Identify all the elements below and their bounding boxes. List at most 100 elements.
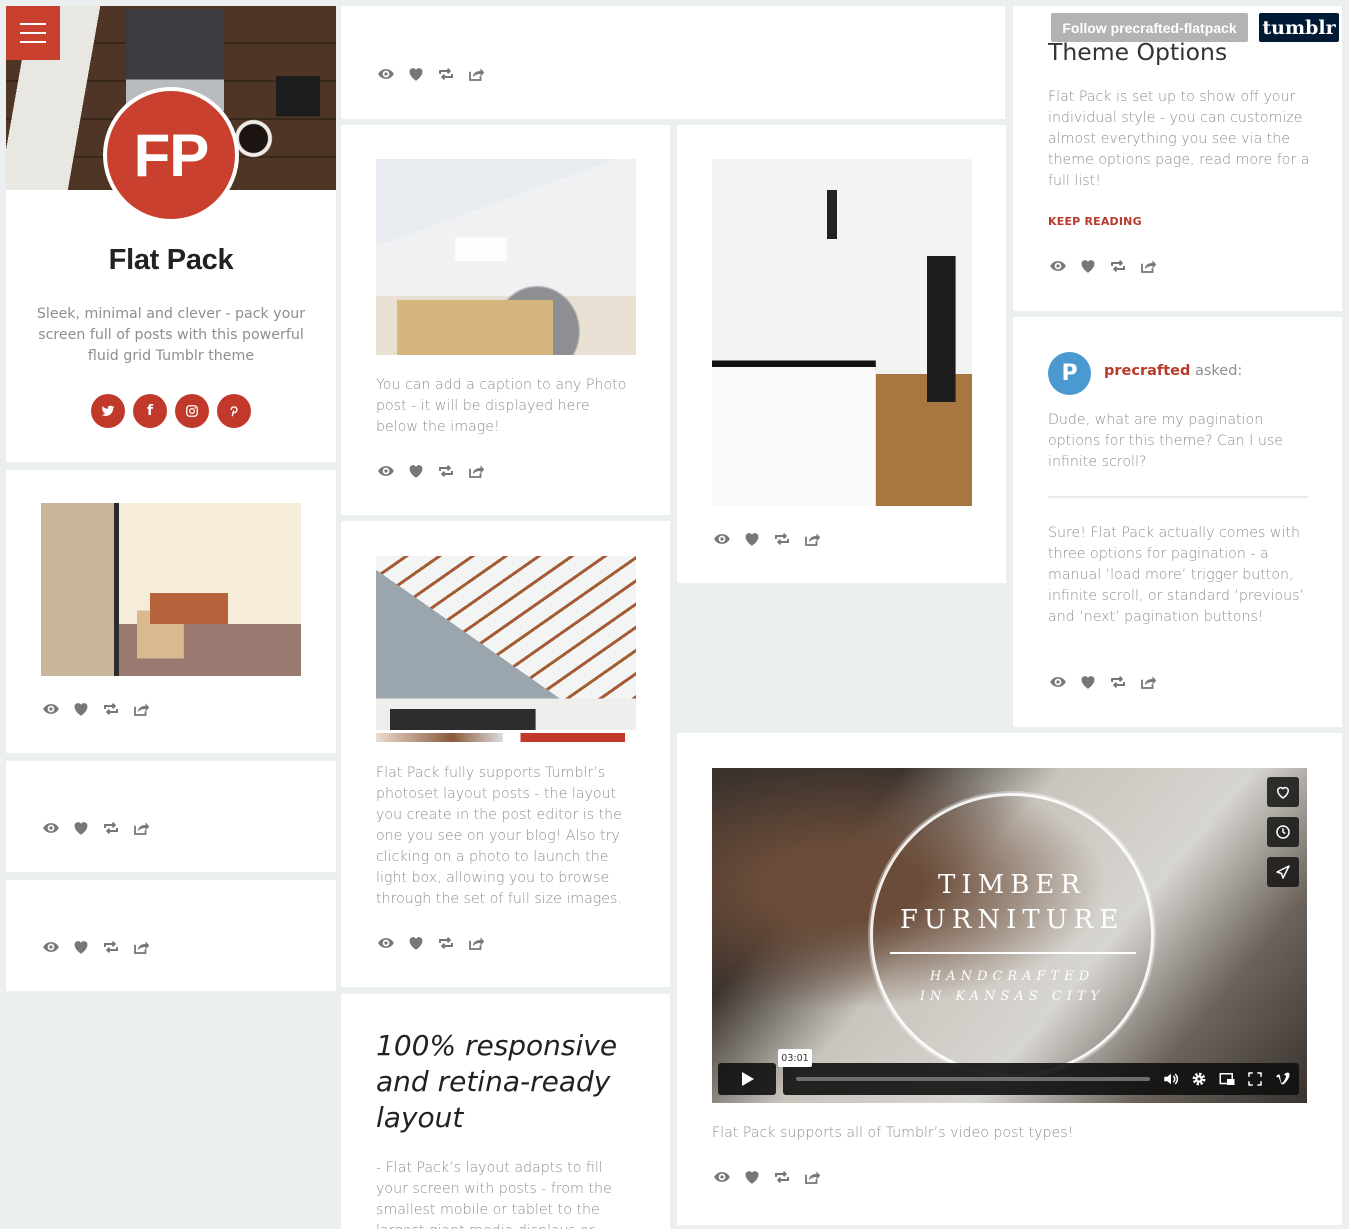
view-button[interactable]: [712, 530, 732, 548]
view-button[interactable]: [41, 938, 61, 956]
share-icon: [805, 533, 821, 546]
asker-name-link[interactable]: precrafted: [1104, 363, 1190, 379]
empty-wide-post: [341, 6, 1005, 119]
reblog-icon: [439, 937, 453, 949]
share-button[interactable]: [131, 700, 151, 718]
like-button[interactable]: [71, 700, 91, 718]
post-actions: [41, 700, 151, 718]
reblog-button[interactable]: [772, 1168, 792, 1186]
asked-label: asked:: [1194, 363, 1243, 379]
menu-button[interactable]: [6, 6, 60, 60]
reblog-icon: [104, 941, 118, 953]
like-button[interactable]: [1078, 673, 1098, 691]
picture-in-picture-icon: [1219, 1073, 1235, 1085]
like-button[interactable]: [742, 530, 762, 548]
reblog-button[interactable]: [101, 938, 121, 956]
share-button[interactable]: [131, 938, 151, 956]
reblog-button[interactable]: [436, 65, 456, 83]
view-button[interactable]: [1048, 257, 1068, 275]
like-button[interactable]: [406, 65, 426, 83]
like-button[interactable]: [406, 462, 426, 480]
ask-header: precrafted asked:: [1104, 363, 1242, 379]
twitter-link[interactable]: [91, 394, 125, 428]
video-pip-button[interactable]: [1217, 1069, 1237, 1089]
like-icon: [74, 703, 88, 716]
share-button[interactable]: [1138, 673, 1158, 691]
share-icon: [1141, 260, 1157, 273]
keep-reading-link[interactable]: KEEP READING: [1048, 215, 1142, 228]
reblog-button[interactable]: [101, 700, 121, 718]
like-button[interactable]: [1078, 257, 1098, 275]
volume-icon: [1164, 1073, 1179, 1085]
reblog-button[interactable]: [772, 530, 792, 548]
view-button[interactable]: [376, 462, 396, 480]
vimeo-logo-button[interactable]: [1273, 1069, 1293, 1089]
video-watch-later-button[interactable]: [1267, 817, 1299, 847]
blog-title[interactable]: Flat Pack: [6, 244, 336, 277]
ask-divider: [1048, 496, 1308, 498]
video-settings-button[interactable]: [1189, 1069, 1209, 1089]
reblog-button[interactable]: [101, 819, 121, 837]
share-button[interactable]: [466, 934, 486, 952]
post-actions: [376, 462, 486, 480]
like-button[interactable]: [406, 934, 426, 952]
video-progress-bar[interactable]: [796, 1077, 1150, 1081]
photoset-staircase-photo[interactable]: [376, 556, 636, 730]
theme-options-title[interactable]: Theme Options: [1048, 38, 1227, 66]
reblog-button[interactable]: [1108, 257, 1128, 275]
photoset-thumb-2[interactable]: [509, 733, 625, 742]
pinterest-link[interactable]: [217, 394, 251, 428]
video-share-button[interactable]: [1267, 857, 1299, 887]
share-button[interactable]: [1138, 257, 1158, 275]
share-button[interactable]: [802, 1168, 822, 1186]
facebook-link[interactable]: f: [133, 394, 167, 428]
share-button[interactable]: [466, 65, 486, 83]
share-button[interactable]: [131, 819, 151, 837]
video-fullscreen-button[interactable]: [1245, 1069, 1265, 1089]
asker-avatar[interactable]: P: [1048, 352, 1091, 395]
like-icon: [74, 822, 88, 835]
clock-icon: [1276, 825, 1290, 839]
kitchen-photo[interactable]: [712, 159, 972, 506]
living-room-photo[interactable]: [41, 503, 301, 676]
like-button[interactable]: [742, 1168, 762, 1186]
video-volume-button[interactable]: [1161, 1069, 1181, 1089]
view-button[interactable]: [712, 1168, 732, 1186]
reblog-icon: [775, 1171, 789, 1183]
reblog-button[interactable]: [436, 934, 456, 952]
hamburger-line: [20, 32, 46, 34]
reblog-icon: [439, 68, 453, 80]
share-button[interactable]: [802, 530, 822, 548]
view-icon: [378, 938, 394, 948]
like-button[interactable]: [71, 938, 91, 956]
share-icon: [1141, 676, 1157, 689]
reblog-button[interactable]: [1108, 673, 1128, 691]
share-button[interactable]: [466, 462, 486, 480]
view-button[interactable]: [376, 65, 396, 83]
video-like-button[interactable]: [1267, 777, 1299, 807]
fullscreen-icon: [1248, 1072, 1262, 1086]
play-icon: [742, 1072, 754, 1086]
share-icon: [134, 703, 150, 716]
tumblr-logo-button[interactable]: tumblr: [1259, 13, 1339, 42]
attic-bedroom-photo[interactable]: [376, 159, 636, 355]
video-title-line2: FURNITURE: [899, 905, 1125, 935]
reblog-button[interactable]: [436, 462, 456, 480]
like-button[interactable]: [71, 819, 91, 837]
instagram-link[interactable]: [175, 394, 209, 428]
avatar[interactable]: FP: [103, 87, 239, 223]
view-button[interactable]: [41, 819, 61, 837]
view-button[interactable]: [41, 700, 61, 718]
share-icon: [134, 941, 150, 954]
photoset-thumb-1[interactable]: [376, 733, 503, 742]
photo-caption: You can add a caption to any Photo post …: [376, 377, 627, 435]
view-button[interactable]: [1048, 673, 1068, 691]
twitter-icon: [101, 405, 115, 417]
like-icon: [1081, 260, 1095, 273]
view-icon: [378, 69, 394, 79]
post-actions: [376, 934, 486, 952]
video-play-button[interactable]: [718, 1063, 776, 1095]
view-button[interactable]: [376, 934, 396, 952]
vimeo-logo-icon: [1276, 1072, 1290, 1085]
like-icon: [409, 68, 423, 81]
